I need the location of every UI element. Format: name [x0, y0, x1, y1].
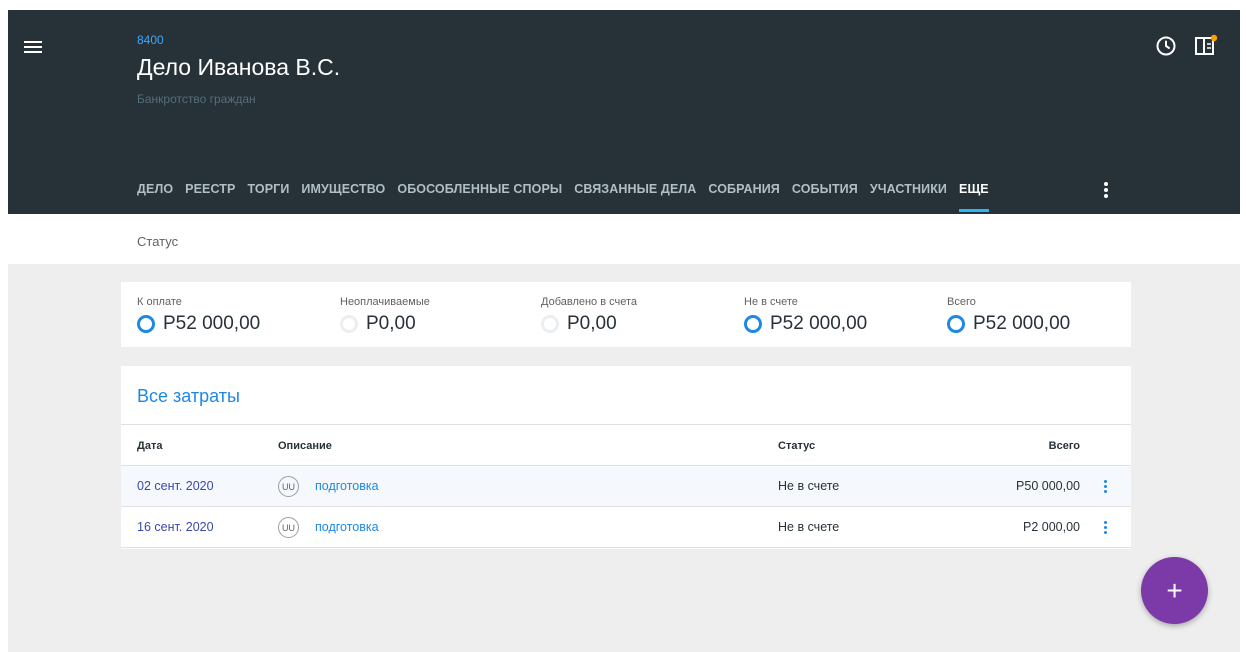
- case-number[interactable]: 8400: [137, 33, 164, 47]
- progress-ring-icon: [137, 315, 155, 333]
- costs-title: Все затраты: [137, 386, 240, 406]
- summary-label: К оплате: [137, 296, 182, 308]
- column-description[interactable]: Описание: [278, 440, 332, 452]
- summary-label: Не в счете: [744, 296, 798, 308]
- avatar: UU: [278, 476, 299, 497]
- tab-events[interactable]: СОБЫТИЯ: [792, 182, 858, 214]
- summary-value: Р0,00: [567, 313, 617, 334]
- app-frame: 8400 Дело Иванова В.С. Банкротство гражд…: [8, 10, 1240, 652]
- row-total: Р50 000,00: [1016, 479, 1080, 493]
- status-label[interactable]: Статус: [137, 234, 178, 249]
- row-date: 16 сент. 2020: [137, 520, 214, 534]
- notification-dot: [1210, 34, 1218, 42]
- case-header: 8400 Дело Иванова В.С. Банкротство гражд…: [8, 10, 1240, 214]
- clock-icon[interactable]: [1155, 35, 1177, 57]
- tab-participants[interactable]: УЧАСТНИКИ: [870, 182, 947, 214]
- summary-label: Неоплачиваемые: [340, 296, 430, 308]
- summary-not-invoiced: Не в счете Р52 000,00: [744, 296, 867, 335]
- summary-label: Всего: [947, 296, 976, 308]
- table-row[interactable]: 02 сент. 2020 UU подготовка Не в счете Р…: [121, 466, 1131, 507]
- column-date[interactable]: Дата: [137, 440, 162, 452]
- summary-value: Р52 000,00: [163, 313, 261, 334]
- column-status[interactable]: Статус: [778, 440, 815, 452]
- row-status: Не в счете: [778, 520, 840, 534]
- table-header: Дата Описание Статус Всего: [121, 424, 1131, 466]
- tab-separate-disputes[interactable]: ОБОСОБЛЕННЫЕ СПОРЫ: [397, 182, 562, 214]
- summary-to-pay: К оплате Р52 000,00: [137, 296, 260, 335]
- row-date: 02 сент. 2020: [137, 479, 214, 493]
- tab-meetings[interactable]: СОБРАНИЯ: [708, 182, 780, 214]
- row-status: Не в счете: [778, 479, 840, 493]
- tab-more[interactable]: ЕЩЕ: [959, 182, 989, 214]
- add-cost-button[interactable]: +: [1141, 557, 1208, 624]
- case-tabs: ДЕЛО РЕЕСТР ТОРГИ ИМУЩЕСТВО ОБОСОБЛЕННЫЕ…: [137, 182, 1001, 214]
- row-description-link[interactable]: подготовка: [315, 479, 379, 493]
- tab-delo[interactable]: ДЕЛО: [137, 182, 173, 214]
- column-total[interactable]: Всего: [1049, 440, 1080, 452]
- tab-torgi[interactable]: ТОРГИ: [247, 182, 289, 214]
- row-more-icon[interactable]: [1101, 478, 1109, 496]
- summary-value: Р0,00: [366, 313, 416, 334]
- menu-icon[interactable]: [24, 38, 48, 58]
- cost-summary-card: К оплате Р52 000,00 Неоплачиваемые Р0,00…: [121, 282, 1131, 347]
- status-bar: Статус: [8, 214, 1240, 264]
- case-subtitle: Банкротство граждан: [137, 92, 256, 106]
- case-title: Дело Иванова В.С.: [137, 54, 341, 80]
- tab-related-cases[interactable]: СВЯЗАННЫЕ ДЕЛА: [574, 182, 696, 214]
- panel-notification-icon[interactable]: [1194, 34, 1218, 58]
- table-row[interactable]: 16 сент. 2020 UU подготовка Не в счете Р…: [121, 507, 1131, 548]
- progress-ring-icon: [947, 315, 965, 333]
- summary-total: Всего Р52 000,00: [947, 296, 1070, 335]
- progress-ring-icon: [744, 315, 762, 333]
- summary-added-to-invoices: Добавлено в счета Р0,00: [541, 296, 637, 335]
- avatar: UU: [278, 517, 299, 538]
- summary-label: Добавлено в счета: [541, 296, 638, 308]
- tabs-overflow-menu-icon[interactable]: [1102, 180, 1110, 200]
- row-description-link[interactable]: подготовка: [315, 520, 379, 534]
- progress-ring-icon: [541, 315, 559, 333]
- progress-ring-icon: [340, 315, 358, 333]
- summary-value: Р52 000,00: [770, 313, 868, 334]
- row-more-icon[interactable]: [1101, 519, 1109, 537]
- summary-value: Р52 000,00: [973, 313, 1071, 334]
- tab-reestr[interactable]: РЕЕСТР: [185, 182, 235, 214]
- tab-imushchestvo[interactable]: ИМУЩЕСТВО: [301, 182, 385, 214]
- all-costs-card: Все затраты Дата Описание Статус Всего 0…: [121, 366, 1131, 549]
- row-total: Р2 000,00: [1023, 520, 1080, 534]
- summary-unpaid: Неоплачиваемые Р0,00: [340, 296, 430, 335]
